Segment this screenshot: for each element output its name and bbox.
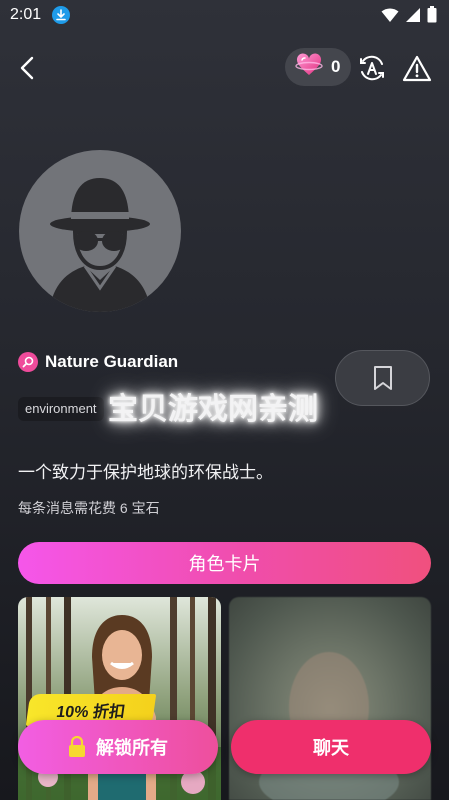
- character-description: 一个致力于保护地球的环保战士。: [18, 463, 273, 482]
- character-name: Nature Guardian: [45, 352, 179, 371]
- search-badge-icon: [18, 352, 38, 372]
- message-cost-note: 每条消息需花费 6 宝石: [18, 500, 160, 516]
- download-icon: [52, 6, 70, 24]
- character-name-row: Nature Guardian: [18, 352, 178, 372]
- wifi-icon: [381, 7, 399, 28]
- lock-icon: [69, 736, 85, 757]
- status-time: 2:01: [10, 6, 42, 23]
- unlock-all-button[interactable]: 解锁所有: [18, 720, 218, 774]
- character-card-button[interactable]: 角色卡片: [18, 542, 431, 584]
- warning-icon: [402, 55, 432, 82]
- watermark: 宝贝游戏网亲测: [108, 393, 318, 426]
- chat-button[interactable]: 聊天: [231, 720, 431, 774]
- back-button[interactable]: [12, 52, 42, 84]
- status-bar: 2:01: [0, 0, 449, 30]
- incognito-avatar-icon: [49, 178, 151, 312]
- report-button[interactable]: [402, 54, 432, 82]
- gem-balance-button[interactable]: 0: [285, 48, 351, 86]
- signal-icon: [405, 7, 421, 28]
- top-bar: 0: [0, 48, 449, 88]
- unlock-all-label: 解锁所有: [96, 738, 168, 758]
- character-tag[interactable]: environment: [18, 397, 104, 421]
- heart-gem-icon: [295, 52, 323, 82]
- status-icons: [381, 6, 437, 28]
- back-arrow-icon: [20, 56, 34, 80]
- bookmark-icon: [373, 366, 392, 390]
- translate-icon: [360, 55, 384, 81]
- gem-count: 0: [331, 57, 341, 76]
- translate-button[interactable]: [358, 54, 386, 82]
- battery-icon: [427, 6, 437, 28]
- bookmark-button[interactable]: [335, 350, 430, 406]
- character-avatar: [19, 150, 181, 312]
